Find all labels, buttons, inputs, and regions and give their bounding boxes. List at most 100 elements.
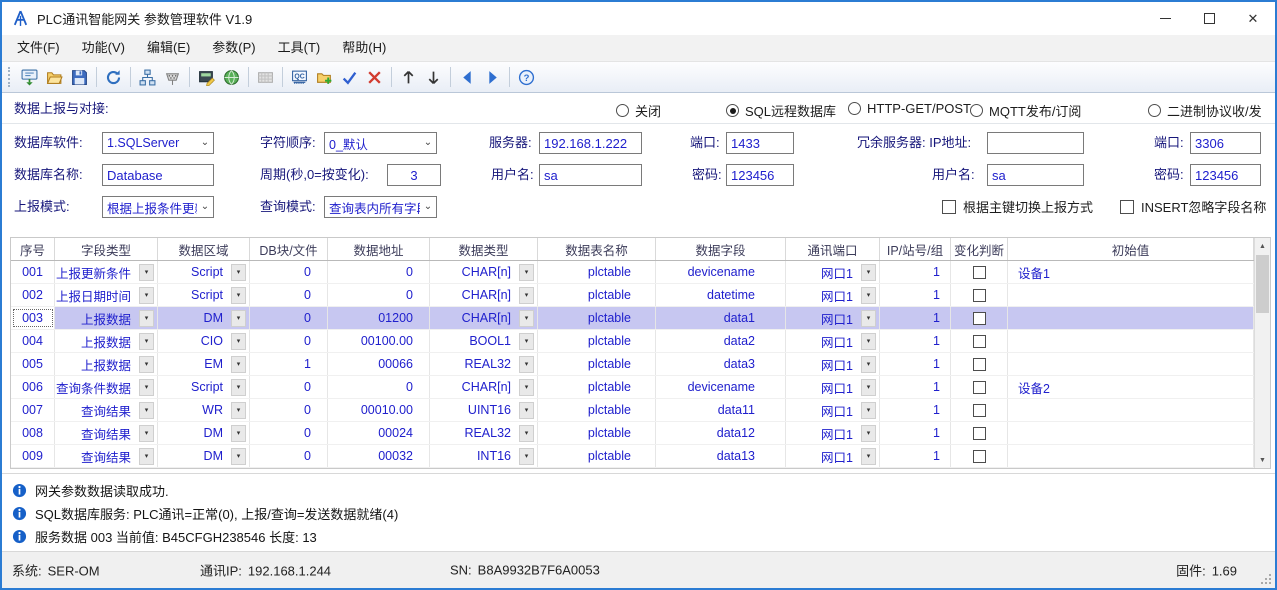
field_type-dropdown-icon[interactable]: ▾ (139, 287, 154, 304)
data_area-dropdown-icon[interactable]: ▾ (231, 333, 246, 350)
nav-next-icon[interactable] (480, 65, 505, 90)
comm_port-dropdown-icon[interactable]: ▾ (861, 264, 876, 281)
cell-field_type[interactable]: 上报数据▾ (55, 353, 158, 375)
data_type-dropdown-icon[interactable]: ▾ (519, 287, 534, 304)
cell-init_value[interactable] (1008, 330, 1254, 352)
comm_port-dropdown-icon[interactable]: ▾ (861, 333, 876, 350)
cell-comm_port[interactable]: 网口1▾ (786, 376, 880, 398)
cell-data_type[interactable]: INT16▾ (430, 445, 538, 467)
cell-comm_port[interactable]: 网口1▾ (786, 284, 880, 306)
cell-db_block[interactable]: 0 (250, 399, 328, 421)
data_type-dropdown-icon[interactable]: ▾ (519, 448, 534, 465)
cell-data_area[interactable]: DM▾ (158, 307, 250, 329)
cell-comm_port[interactable]: 网口1▾ (786, 307, 880, 329)
network-nodes-icon[interactable] (135, 65, 160, 90)
change-check-checkbox[interactable] (973, 312, 986, 325)
change-check-checkbox[interactable] (973, 450, 986, 463)
cell-comm_port[interactable]: 网口1▾ (786, 445, 880, 467)
menu-item-help[interactable]: 帮助(H) (331, 35, 397, 61)
delete-x-icon[interactable] (362, 65, 387, 90)
cycle-input[interactable] (387, 164, 441, 186)
field_type-dropdown-icon[interactable]: ▾ (139, 425, 154, 442)
cell-init_value[interactable] (1008, 307, 1254, 329)
cell-field_type[interactable]: 查询结果▾ (55, 422, 158, 444)
cell-data_type[interactable]: CHAR[n]▾ (430, 376, 538, 398)
cell-data_addr[interactable]: 00032 (328, 445, 430, 467)
cell-data_addr[interactable]: 0 (328, 261, 430, 283)
table-row[interactable]: 008查询结果▾DM▾000024REAL32▾plctabledata12网口… (11, 422, 1254, 445)
change-check-checkbox[interactable] (973, 335, 986, 348)
cell-field_type[interactable]: 查询结果▾ (55, 399, 158, 421)
table-row[interactable]: 002上报日期时间▾Script▾00CHAR[n]▾plctabledatet… (11, 284, 1254, 307)
cell-data_field[interactable]: data2 (656, 330, 786, 352)
data_area-dropdown-icon[interactable]: ▾ (231, 310, 246, 327)
radio-http-get-post[interactable]: HTTP-GET/POST (848, 101, 971, 116)
plc-write-icon[interactable] (194, 65, 219, 90)
move-down-icon[interactable] (421, 65, 446, 90)
import-config-icon[interactable] (17, 65, 42, 90)
cell-db_block[interactable]: 0 (250, 284, 328, 306)
cell-data_type[interactable]: REAL32▾ (430, 353, 538, 375)
cell-data_field[interactable]: data13 (656, 445, 786, 467)
radio-binary-protocol[interactable]: 二进制协议收/发 (1148, 101, 1262, 120)
cell-data_addr[interactable]: 00066 (328, 353, 430, 375)
cell-table_name[interactable]: plctable (538, 307, 656, 329)
comm_port-dropdown-icon[interactable]: ▾ (861, 448, 876, 465)
cell-ip_station[interactable]: 1 (880, 307, 951, 329)
comm_port-dropdown-icon[interactable]: ▾ (861, 310, 876, 327)
cell-field_type[interactable]: 上报数据▾ (55, 307, 158, 329)
change-check-checkbox[interactable] (973, 381, 986, 394)
cell-table_name[interactable]: plctable (538, 422, 656, 444)
data_type-dropdown-icon[interactable]: ▾ (519, 425, 534, 442)
resize-grip[interactable] (1269, 582, 1271, 584)
cell-table_name[interactable]: plctable (538, 261, 656, 283)
cell-data_field[interactable]: datetime (656, 284, 786, 306)
data_area-dropdown-icon[interactable]: ▾ (231, 448, 246, 465)
menu-item-edit[interactable]: 编辑(E) (136, 35, 201, 61)
qc-monitor-icon[interactable]: QC (287, 65, 312, 90)
change-check-checkbox[interactable] (973, 358, 986, 371)
table-row[interactable]: 007查询结果▾WR▾000010.00UINT16▾plctabledata1… (11, 399, 1254, 422)
cell-field_type[interactable]: 上报日期时间▾ (55, 284, 158, 306)
redundant-ip-input[interactable] (987, 132, 1084, 154)
password-input[interactable] (726, 164, 794, 186)
save-icon[interactable] (67, 65, 92, 90)
cell-seq[interactable]: 006 (11, 376, 55, 398)
scroll-down-icon[interactable]: ▼ (1255, 452, 1270, 468)
apply-check-icon[interactable] (337, 65, 362, 90)
maximize-button[interactable] (1187, 2, 1231, 35)
radio-sql-remote-db[interactable]: SQL远程数据库 (726, 101, 836, 120)
data_area-dropdown-icon[interactable]: ▾ (231, 379, 246, 396)
field_type-dropdown-icon[interactable]: ▾ (139, 379, 154, 396)
comm_port-dropdown-icon[interactable]: ▾ (861, 287, 876, 304)
cell-data_addr[interactable]: 00024 (328, 422, 430, 444)
table-row[interactable]: 005上报数据▾EM▾100066REAL32▾plctabledata3网口1… (11, 353, 1254, 376)
cell-data_type[interactable]: CHAR[n]▾ (430, 261, 538, 283)
data_area-dropdown-icon[interactable]: ▾ (231, 287, 246, 304)
comm_port-dropdown-icon[interactable]: ▾ (861, 356, 876, 373)
cell-table_name[interactable]: plctable (538, 399, 656, 421)
cell-db_block[interactable]: 0 (250, 307, 328, 329)
cell-init_value[interactable] (1008, 399, 1254, 421)
data_type-dropdown-icon[interactable]: ▾ (519, 310, 534, 327)
radio-close[interactable]: 关闭 (616, 101, 661, 120)
cell-data_area[interactable]: CIO▾ (158, 330, 250, 352)
redundant-password-input[interactable] (1190, 164, 1261, 186)
cell-seq[interactable]: 003 (11, 307, 55, 329)
minimize-button[interactable] (1143, 2, 1187, 35)
menu-item-function[interactable]: 功能(V) (71, 35, 136, 61)
table-row[interactable]: 009查询结果▾DM▾000032INT16▾plctabledata13网口1… (11, 445, 1254, 468)
cell-comm_port[interactable]: 网口1▾ (786, 399, 880, 421)
cell-data_area[interactable]: WR▾ (158, 399, 250, 421)
cell-data_field[interactable]: data3 (656, 353, 786, 375)
cell-ip_station[interactable]: 1 (880, 330, 951, 352)
cell-field_type[interactable]: 查询条件数据▾ (55, 376, 158, 398)
cell-table_name[interactable]: plctable (538, 330, 656, 352)
cell-init_value[interactable] (1008, 422, 1254, 444)
field_type-dropdown-icon[interactable]: ▾ (139, 264, 154, 281)
cell-comm_port[interactable]: 网口1▾ (786, 330, 880, 352)
serial-port-icon[interactable] (160, 65, 185, 90)
comm_port-dropdown-icon[interactable]: ▾ (861, 379, 876, 396)
cell-data_type[interactable]: UINT16▾ (430, 399, 538, 421)
cell-db_block[interactable]: 0 (250, 261, 328, 283)
